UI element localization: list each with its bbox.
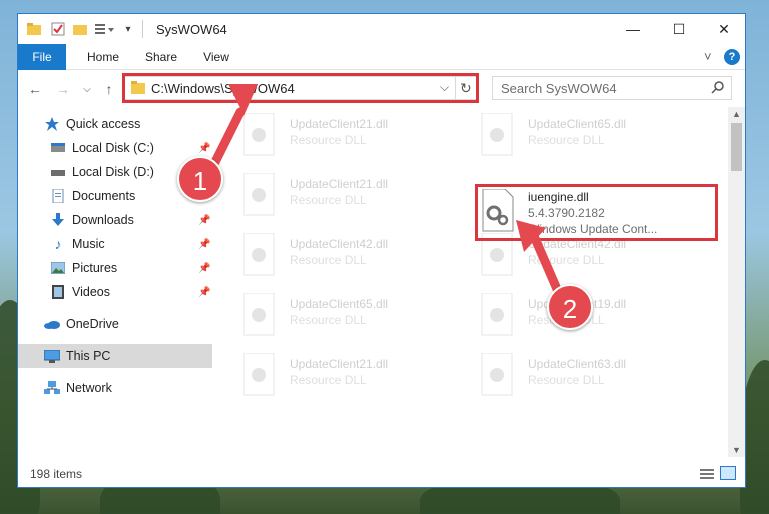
- annotation-arrows: [205, 84, 565, 301]
- arrow-head: [228, 84, 258, 116]
- callout-badge-2: 2: [547, 284, 593, 330]
- callout-badge-1: 1: [177, 156, 223, 202]
